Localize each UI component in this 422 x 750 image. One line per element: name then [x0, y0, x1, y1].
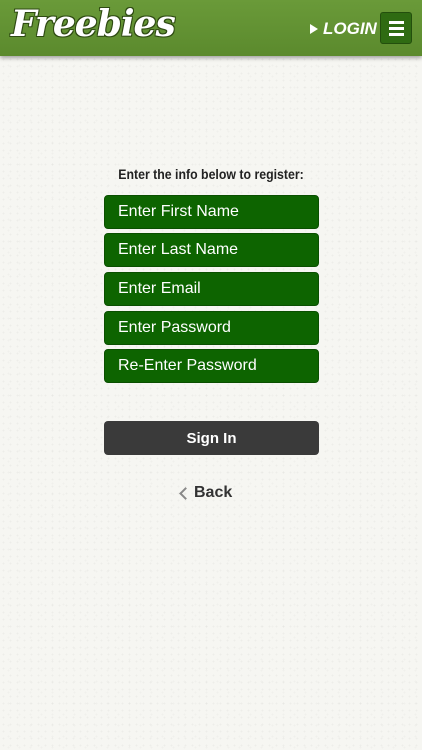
hamburger-menu-icon: [388, 20, 404, 24]
hamburger-menu-icon-bar: [388, 32, 404, 36]
email-field[interactable]: [104, 272, 319, 306]
app-header: Freebies LOGIN: [0, 0, 422, 56]
hamburger-menu-icon-bar: [388, 26, 404, 30]
back-label: Back: [194, 484, 233, 501]
freebies-logo[interactable]: Freebies: [11, 3, 176, 45]
login-link[interactable]: LOGIN: [310, 19, 377, 39]
confirm-password-field[interactable]: [104, 349, 319, 383]
back-link[interactable]: Back: [179, 484, 233, 502]
last-name-field[interactable]: [104, 233, 319, 267]
first-name-field[interactable]: [104, 195, 319, 229]
chevron-left-icon: [179, 487, 192, 500]
login-label: LOGIN: [323, 19, 377, 38]
menu-button[interactable]: [380, 12, 412, 44]
sign-in-button[interactable]: Sign In: [104, 421, 319, 455]
password-field[interactable]: [104, 311, 319, 345]
play-arrow-icon: [310, 24, 318, 34]
register-instructions: Enter the info below to register:: [118, 166, 304, 182]
